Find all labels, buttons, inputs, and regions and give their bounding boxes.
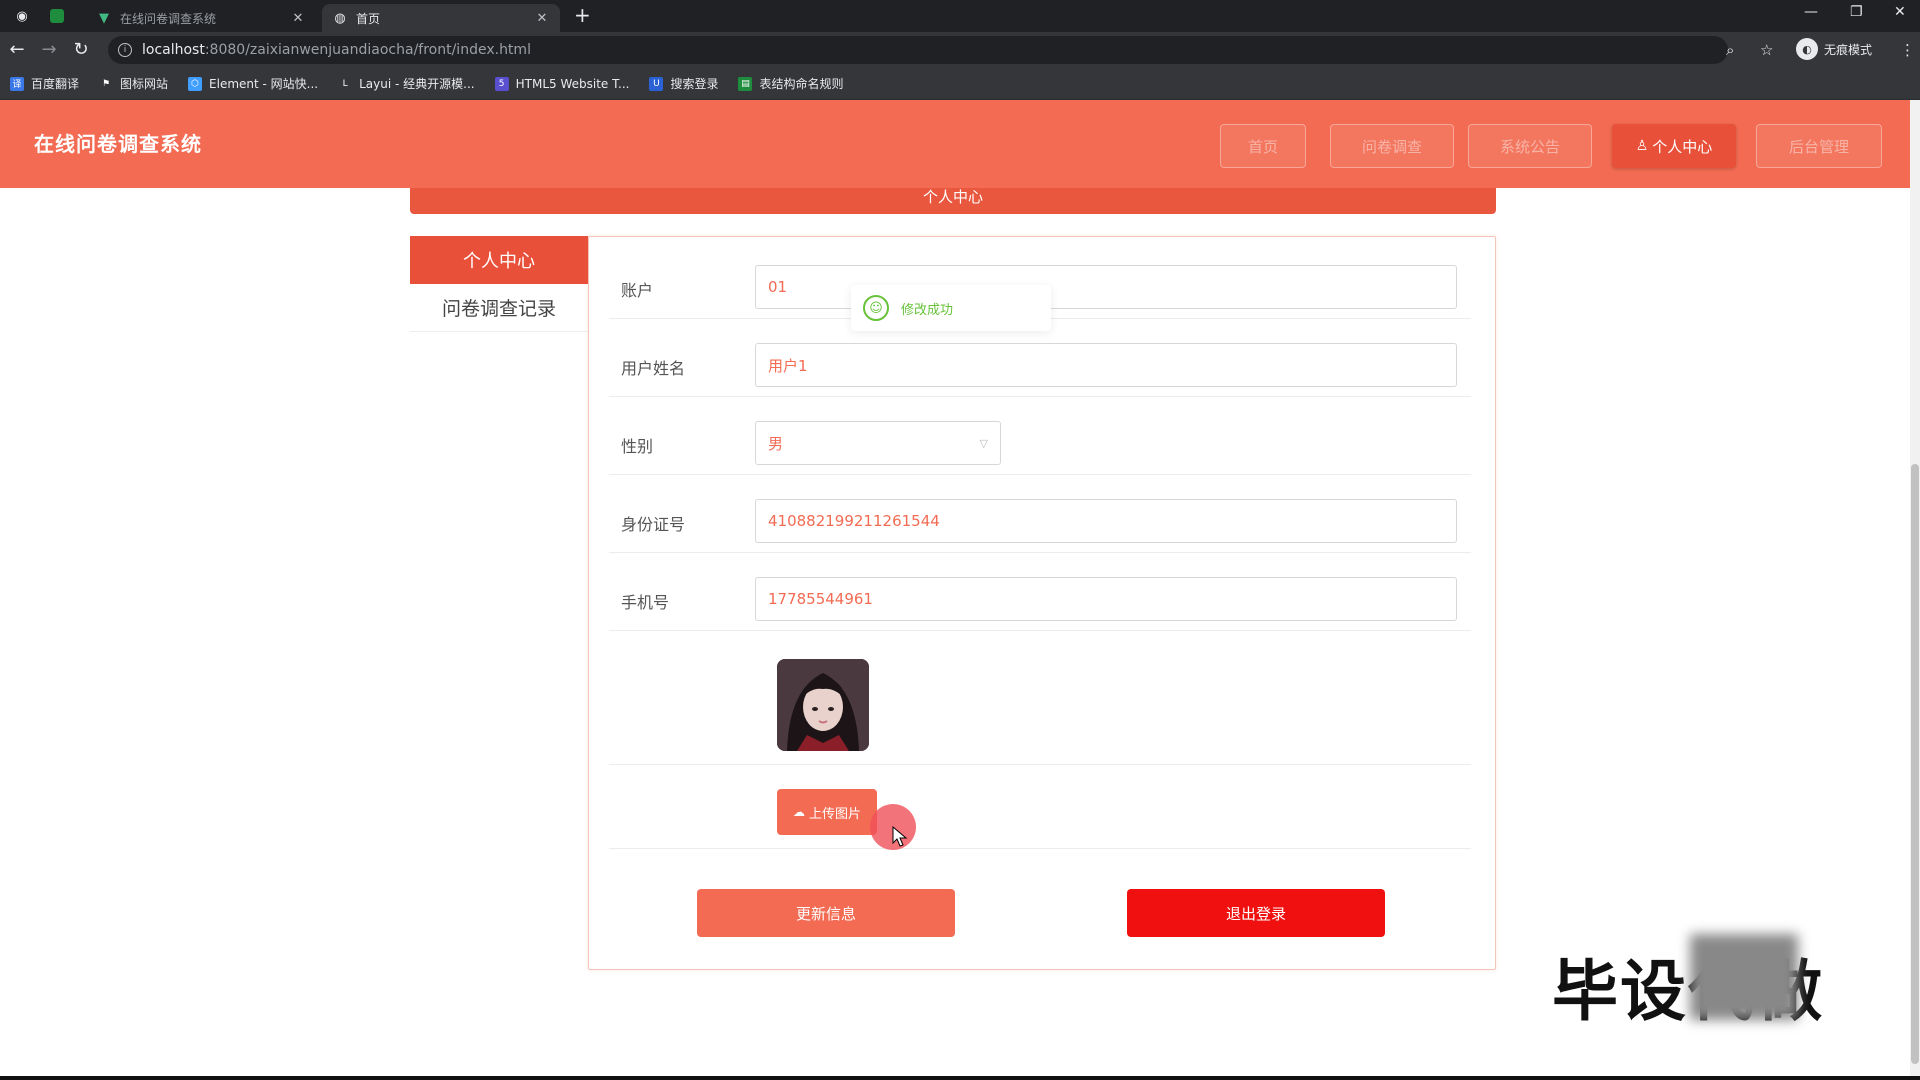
forward-arrow-icon[interactable]: → <box>38 39 60 61</box>
tab-title: 首页 <box>356 11 381 26</box>
restore-icon[interactable]: ❐ <box>1850 4 1863 20</box>
sidebar-item-profile[interactable]: 个人中心 <box>410 236 588 284</box>
smile-check-icon: ☺ <box>863 295 889 321</box>
browser-tab-home[interactable]: ◍ 首页 ✕ <box>322 4 560 32</box>
nav-notice[interactable]: 系统公告 <box>1468 124 1592 168</box>
kebab-menu-icon[interactable]: ⋮ <box>1900 41 1915 59</box>
chevron-down-icon: ▽ <box>979 436 988 450</box>
bookmarks-bar: 译百度翻译 ⚑ 图标网站 ⬡ Element - 网站快... L Layui - 经… <box>0 68 1920 100</box>
site-brand[interactable]: 在线问卷调查系统 <box>34 128 202 157</box>
toast-message: 修改成功 <box>901 302 954 318</box>
form-row-name: 用户姓名 用户1 <box>609 335 1471 397</box>
nav-admin[interactable]: 后台管理 <box>1756 124 1882 168</box>
phone-label: 手机号 <box>621 593 670 612</box>
table-icon: ▤ <box>738 76 753 91</box>
success-toast: ☺ 修改成功 <box>851 285 1051 331</box>
update-info-button[interactable]: 更新信息 <box>697 889 955 937</box>
site-info-icon[interactable]: i <box>118 43 132 57</box>
avatar <box>777 659 869 751</box>
page-viewport: 在线问卷调查系统 首页 问卷调查 系统公告 ♙ 个人中心 后台管理 个人中心 个人… <box>0 100 1920 1076</box>
bookmark-item[interactable]: 译百度翻译 <box>10 75 79 92</box>
gender-label: 性别 <box>621 437 654 456</box>
chrome-menu-icon[interactable]: ◉ <box>12 6 32 26</box>
form-row-avatar <box>609 647 1471 765</box>
profile-button[interactable]: ◐ 无痕模式 <box>1796 38 1872 60</box>
name-input[interactable]: 用户1 <box>755 343 1457 387</box>
html5-icon: 5 <box>494 76 509 91</box>
incognito-icon: ◐ <box>1796 38 1818 60</box>
section-title: 个人中心 <box>922 188 983 206</box>
nav-profile[interactable]: ♙ 个人中心 <box>1612 124 1736 168</box>
browser-tab-survey[interactable]: ▼ 在线问卷调查系统 ✕ <box>86 4 316 32</box>
gender-select[interactable]: 男 ▽ <box>755 421 1001 465</box>
site-header: 在线问卷调查系统 首页 问卷调查 系统公告 ♙ 个人中心 后台管理 <box>0 100 1910 188</box>
bookmark-star-icon[interactable]: ☆ <box>1760 41 1773 59</box>
new-tab-icon[interactable]: + <box>574 5 591 25</box>
profile-sidebar: 个人中心 问卷调查记录 <box>410 236 588 332</box>
vue-logo-icon: ▼ <box>99 10 109 26</box>
bookmark-item[interactable]: ⚑ 图标网站 <box>99 75 168 92</box>
id-number-label: 身份证号 <box>621 515 686 534</box>
upload-image-button[interactable]: ☁ 上传图片 <box>777 789 877 835</box>
tab-close-icon[interactable]: ✕ <box>290 11 306 26</box>
form-row-id: 身份证号 410882199211261544 <box>609 491 1471 553</box>
form-row-upload: ☁ 上传图片 <box>609 765 1471 849</box>
scrollbar-thumb[interactable] <box>1911 464 1919 1064</box>
id-number-input[interactable]: 410882199211261544 <box>755 499 1457 543</box>
translate-icon: 译 <box>10 76 24 91</box>
pinned-tab-icon[interactable] <box>50 9 64 23</box>
gender-value: 男 <box>768 434 784 453</box>
cloud-upload-icon: ☁ <box>792 805 805 819</box>
tab-close-icon[interactable]: ✕ <box>534 11 550 26</box>
address-toolbar: ← → ↻ i localhost:8080/zaixianwenjuandia… <box>0 32 1920 68</box>
nav-survey[interactable]: 问卷调查 <box>1330 124 1454 168</box>
bottom-edge <box>0 1076 1920 1080</box>
mouse-cursor-icon <box>892 826 908 847</box>
url-host: localhost <box>142 42 205 58</box>
user-icon: ♙ <box>1635 138 1649 154</box>
browser-tab-strip: ◉ ▼ 在线问卷调查系统 ✕ ◍ 首页 ✕ + — ❐ ✕ <box>0 0 1920 32</box>
tab-title: 在线问卷调查系统 <box>120 11 217 26</box>
page-scrollbar[interactable] <box>1910 100 1920 1076</box>
window-close-icon[interactable]: ✕ <box>1894 4 1906 20</box>
search-login-icon: U <box>649 76 664 91</box>
bookmark-item[interactable]: ▤ 表结构命名规则 <box>738 75 843 92</box>
blur-overlay <box>1690 934 1798 1020</box>
zoom-icon[interactable]: ⌕ <box>1726 41 1734 59</box>
flag-icon: ⚑ <box>101 78 111 89</box>
account-label: 账户 <box>621 281 654 300</box>
element-logo-icon: ⬡ <box>188 76 203 91</box>
layui-logo-icon: L <box>342 78 348 89</box>
avatar-portrait-icon <box>777 659 869 751</box>
nav-home[interactable]: 首页 <box>1220 124 1306 168</box>
globe-icon: ◍ <box>334 10 346 26</box>
profile-form-panel: ☺ 修改成功 账户 01 用户姓名 用户1 性别 男 ▽ 身份证号 410882… <box>588 236 1496 970</box>
reload-icon[interactable]: ↻ <box>70 39 92 61</box>
profile-label: 无痕模式 <box>1824 42 1873 57</box>
phone-input[interactable]: 17785544961 <box>755 577 1457 621</box>
form-row-phone: 手机号 17785544961 <box>609 569 1471 631</box>
bookmark-item[interactable]: ⬡ Element - 网站快... <box>188 75 318 92</box>
minimize-icon[interactable]: — <box>1804 4 1818 20</box>
logout-button[interactable]: 退出登录 <box>1127 889 1385 937</box>
bookmark-item[interactable]: L Layui - 经典开源模... <box>338 75 475 92</box>
bookmark-item[interactable]: U 搜索登录 <box>649 75 718 92</box>
url-path: :8080/zaixianwenjuandiaocha/front/index.… <box>204 42 531 58</box>
form-row-gender: 性别 男 ▽ <box>609 413 1471 475</box>
bookmark-item[interactable]: 5 HTML5 Website T... <box>494 76 629 91</box>
url-bar[interactable]: i localhost:8080/zaixianwenjuandiaocha/f… <box>108 36 1728 64</box>
name-label: 用户姓名 <box>621 359 686 378</box>
sidebar-item-survey-records[interactable]: 问卷调查记录 <box>410 284 588 332</box>
back-arrow-icon[interactable]: ← <box>6 39 28 61</box>
